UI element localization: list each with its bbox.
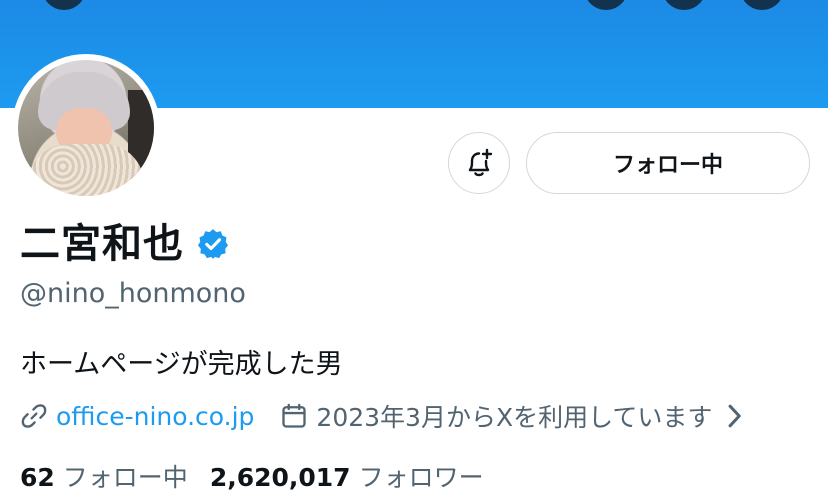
avatar[interactable] xyxy=(12,54,160,202)
more-button[interactable] xyxy=(740,0,784,10)
bell-plus-icon xyxy=(468,148,493,177)
back-button[interactable] xyxy=(42,0,86,10)
website-link[interactable]: office-nino.co.jp xyxy=(20,402,254,431)
following-stat[interactable]: 62 フォロー中 xyxy=(20,458,188,494)
followers-count: 2,620,017 xyxy=(209,463,351,492)
handle: @nino_honmono xyxy=(20,278,246,309)
calendar-icon xyxy=(282,403,307,428)
avatar-image xyxy=(18,60,154,196)
following-label: フォロー中 xyxy=(62,463,188,492)
bio: ホームページが完成した男 xyxy=(20,349,343,380)
profile-meta: office-nino.co.jp 2023年3月からXを利用しています xyxy=(20,398,744,434)
following-button[interactable]: フォロー中 xyxy=(526,132,810,194)
follow-stats: 62 フォロー中 2,620,017 フォロワー xyxy=(20,458,484,494)
display-name: 二宮和也 xyxy=(20,221,184,267)
website-text: office-nino.co.jp xyxy=(56,401,255,431)
search-button[interactable] xyxy=(584,0,628,10)
verified-badge-icon[interactable] xyxy=(196,227,230,261)
name-row: 二宮和也 xyxy=(20,218,230,270)
joined-text: 2023年3月からXを利用しています xyxy=(316,403,713,432)
joined-date[interactable]: 2023年3月からXを利用しています xyxy=(280,398,744,434)
share-button[interactable] xyxy=(662,0,706,10)
followers-stat[interactable]: 2,620,017 フォロワー xyxy=(210,458,484,494)
following-count: 62 xyxy=(20,463,55,492)
link-icon xyxy=(21,404,47,428)
followers-label: フォロワー xyxy=(358,463,484,492)
avatar-scarf xyxy=(28,144,144,196)
chevron-right-icon xyxy=(728,404,742,428)
notify-button[interactable] xyxy=(448,132,510,194)
following-button-label: フォロー中 xyxy=(612,153,723,178)
